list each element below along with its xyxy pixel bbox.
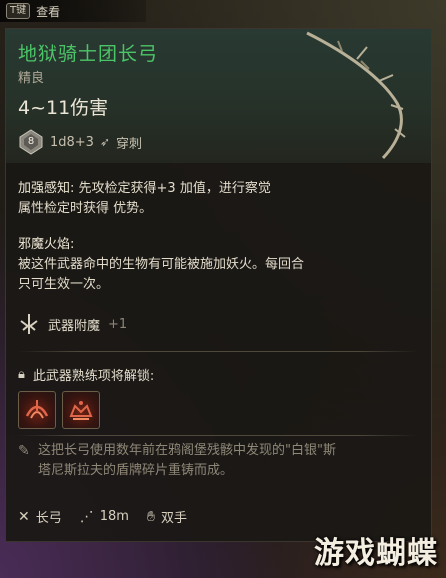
- feature-text-line2: 属性检定时获得 优势。: [18, 201, 153, 216]
- d8-die-icon: 8: [18, 129, 44, 155]
- feature-title: 加强感知:: [18, 181, 75, 196]
- range-item: ⋰ 18m: [80, 509, 129, 525]
- damage-type: 穿刺: [116, 136, 143, 152]
- feature-text-line2: 只可生效一次。: [18, 277, 110, 292]
- enchant-value: +1: [108, 316, 128, 332]
- item-rarity: 精良: [18, 71, 45, 86]
- handedness: 双手: [160, 511, 187, 526]
- enchant-label: 武器附魔: [48, 318, 101, 334]
- thorn-branch-icon: [306, 31, 406, 160]
- tooltip-header: 地狱骑士团长弓 精良 4~11伤害 8 1d8+3 ➶ 穿刺: [6, 29, 431, 163]
- quill-icon: ✎: [18, 443, 30, 459]
- feature-title: 邪魔火焰:: [18, 237, 75, 252]
- crossed-weapons-icon: ✕: [18, 508, 30, 525]
- damage-formula: 1d8+3: [50, 134, 94, 150]
- crown-strike-icon: [69, 401, 93, 420]
- t-key-cap: T键: [6, 3, 31, 19]
- section-divider: [18, 351, 418, 352]
- proficiency-title: 此武器熟练项将解锁:: [32, 369, 155, 384]
- item-footer: ✕ 长弓 ⋰ 18m ✋︎ 双手: [18, 507, 197, 527]
- die-number: 8: [27, 136, 35, 147]
- range-icon: ⋰: [79, 508, 94, 525]
- volley-icon: [25, 400, 49, 419]
- description-line1: 这把长弓使用数年前在鸦阁堡残骸中发现的"白银"斯: [38, 443, 336, 458]
- feature-keen-perception: 加强感知: 先攻检定获得+3 加值，进行察觉 属性检定时获得 优势。: [18, 179, 271, 219]
- enchant-icon: [20, 314, 38, 334]
- weapon-type-item: ✕ 长弓: [18, 507, 62, 527]
- feature-devil-fire: 邪魔火焰: 被这件武器命中的生物有可能被施加妖火。每回合 只可生效一次。: [18, 235, 304, 295]
- item-name: 地狱骑士团长弓: [18, 43, 159, 65]
- handedness-item: ✋︎ 双手: [146, 507, 187, 527]
- weapon-type: 长弓: [35, 511, 62, 526]
- proficiency-action-1[interactable]: [18, 391, 56, 429]
- feature-text-line1: 先攻检定获得+3 加值，进行察觉: [78, 181, 271, 196]
- feature-text-line1: 被这件武器命中的生物有可能被施加妖火。每回合: [18, 257, 305, 272]
- hand-icon: ✋︎: [146, 508, 155, 525]
- weapon-enchantment-row: 武器附魔 +1: [18, 313, 127, 335]
- watermark: 游戏蝴蝶: [314, 536, 438, 571]
- inspect-label: 查看: [36, 4, 61, 19]
- proficiency-actions: [18, 391, 100, 429]
- lock-icon: 🔒︎: [18, 367, 25, 382]
- damage-dice-row: 8 1d8+3 ➶ 穿刺: [18, 129, 142, 155]
- proficiency-action-2[interactable]: [62, 391, 100, 429]
- range-value: 18m: [99, 509, 129, 524]
- section-divider: [18, 435, 418, 436]
- piercing-icon: ➶: [99, 135, 111, 149]
- item-tooltip: 地狱骑士团长弓 精良 4~11伤害 8 1d8+3 ➶ 穿刺 加强感知: 先攻检…: [5, 28, 432, 542]
- proficiency-unlock-row: 🔒︎ 此武器熟练项将解锁:: [18, 365, 154, 384]
- description-line2: 塔尼斯拉夫的盾牌碎片重铸而成。: [38, 463, 234, 478]
- item-damage-range: 4~11伤害: [18, 97, 109, 119]
- item-description: 这把长弓使用数年前在鸦阁堡残骸中发现的"白银"斯 塔尼斯拉夫的盾牌碎片重铸而成。: [38, 441, 423, 481]
- inspect-hint-bar: T键 查看: [0, 0, 146, 22]
